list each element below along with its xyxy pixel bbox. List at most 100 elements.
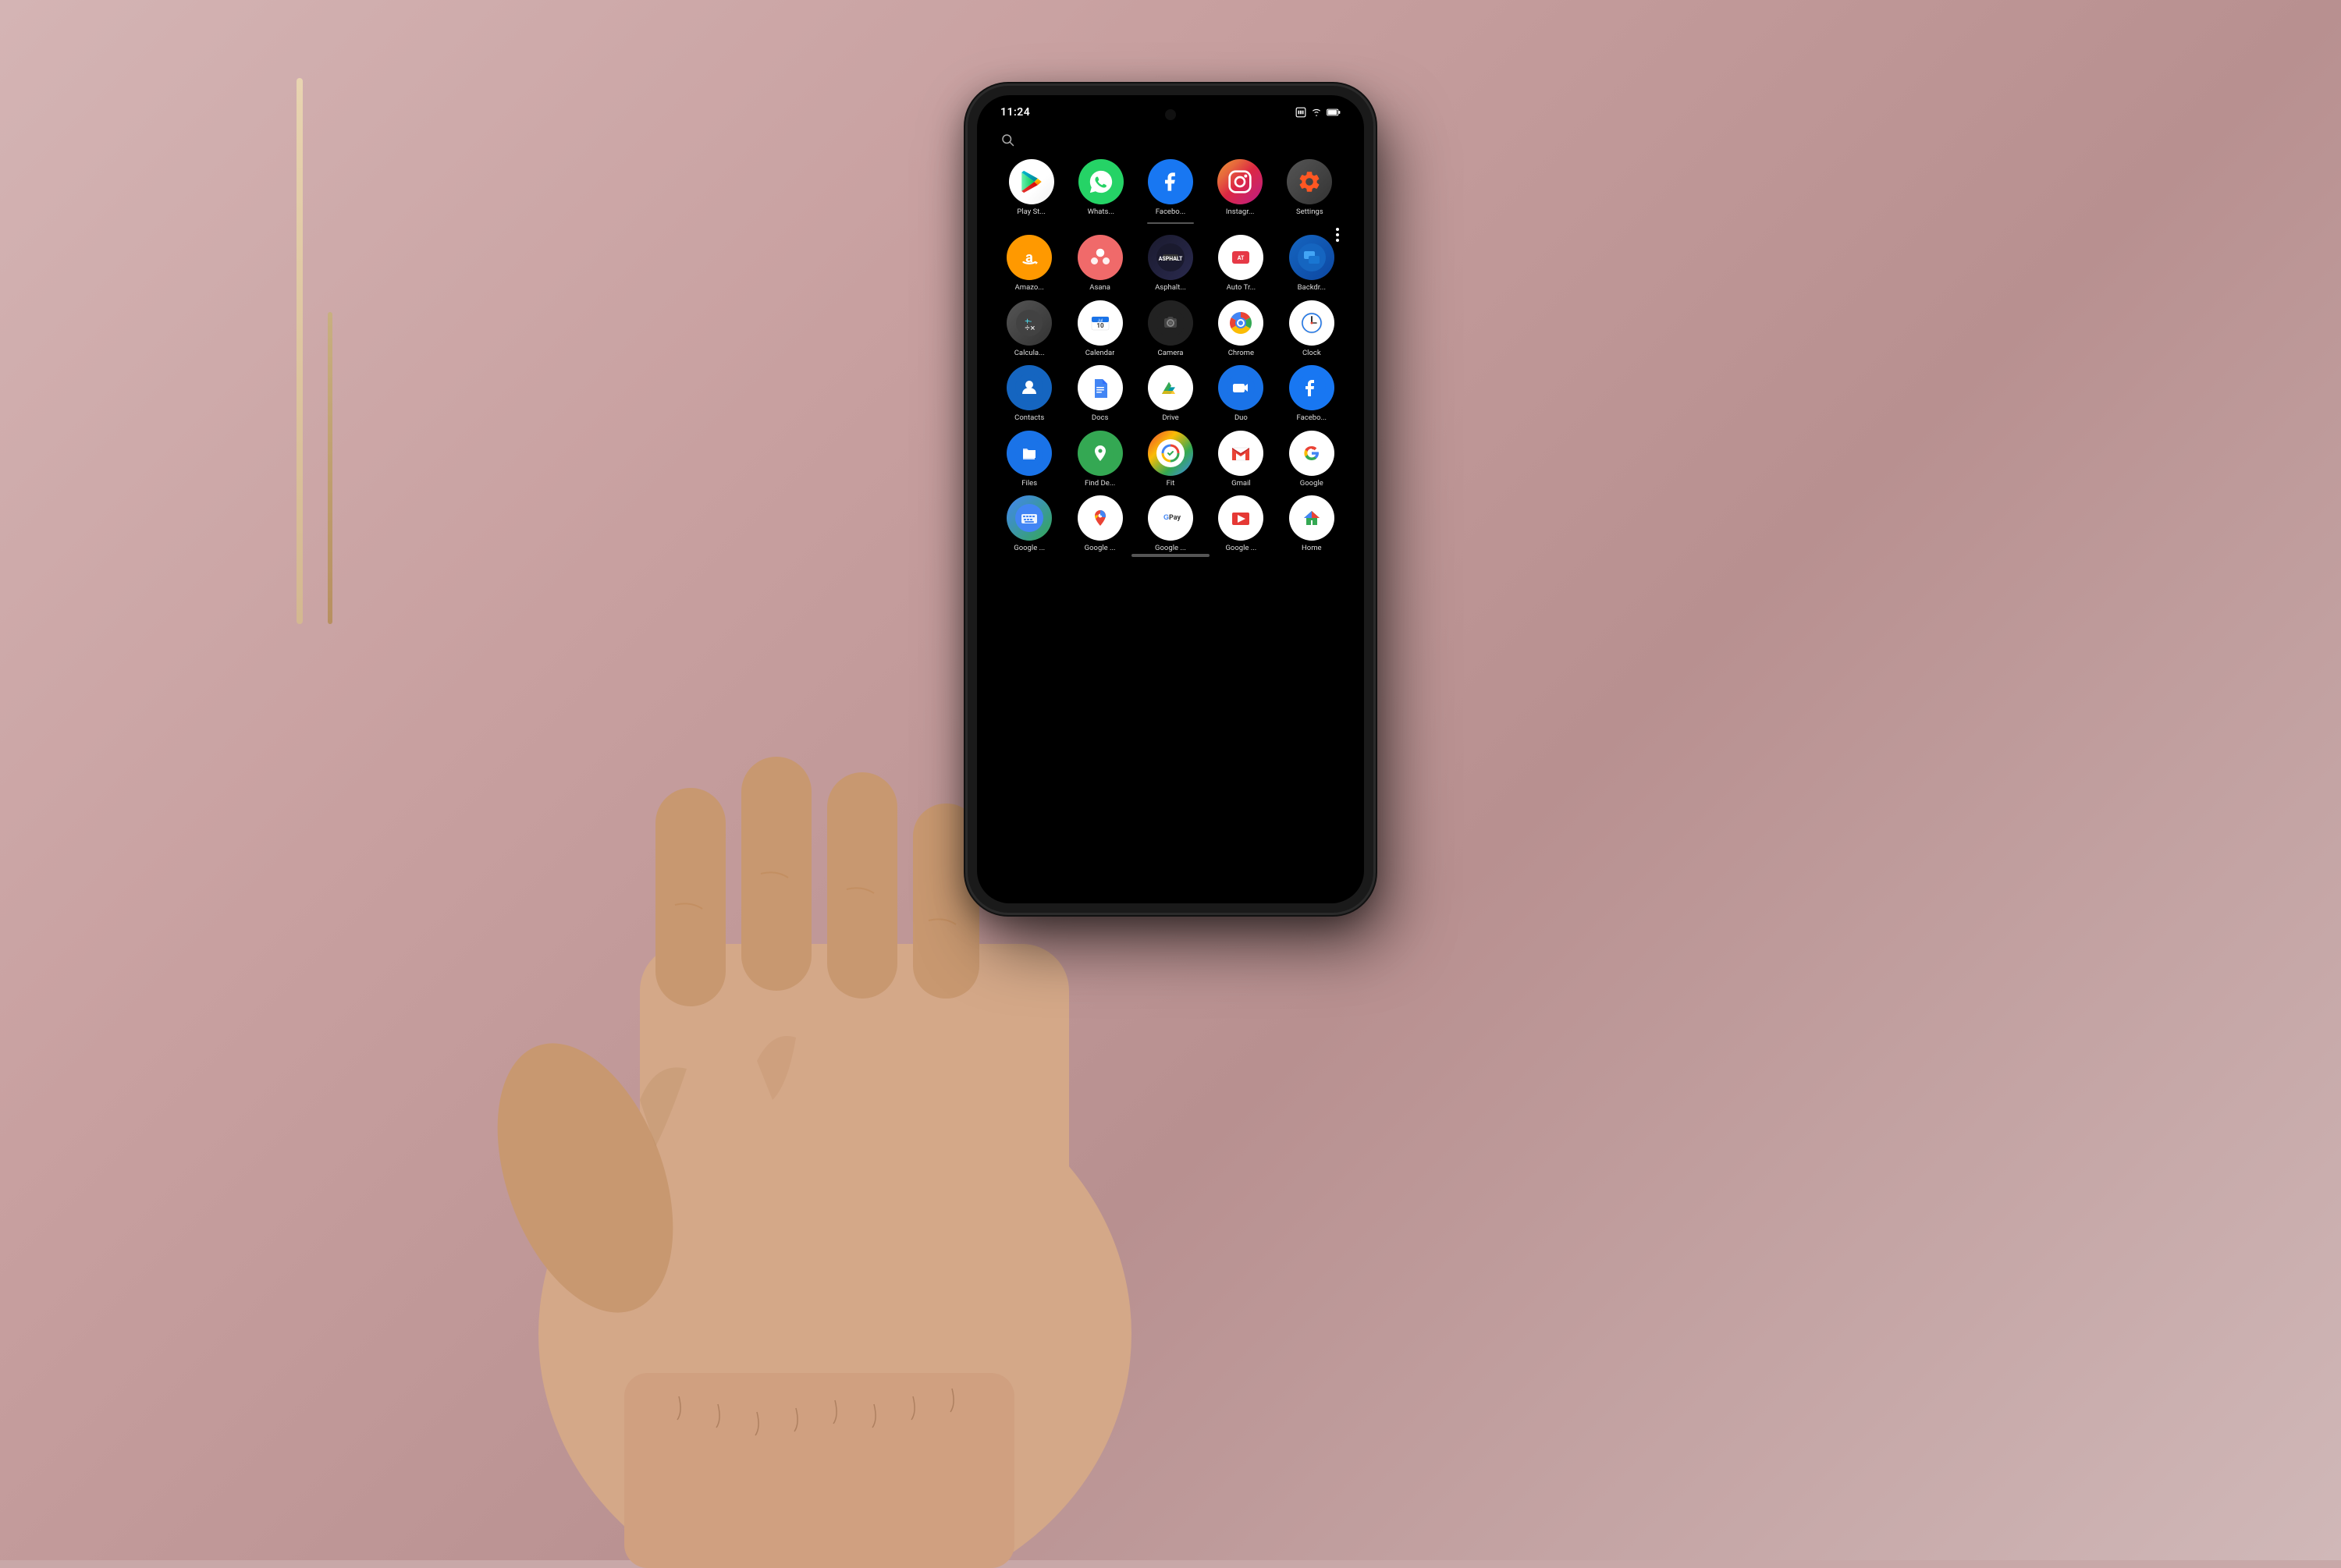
facebook-icon — [1148, 159, 1193, 204]
gmail-icon — [1218, 431, 1263, 476]
app-asphalt[interactable]: ASPHALT Asphalt... — [1137, 235, 1204, 292]
app-finddevice[interactable]: Find De... — [1066, 431, 1133, 488]
whatsapp-svg — [1088, 169, 1114, 195]
app-autotrader[interactable]: AT Auto Tr... — [1207, 235, 1274, 292]
finddevice-label: Find De... — [1085, 479, 1115, 488]
app-settings[interactable]: Settings — [1287, 159, 1332, 216]
phone-screen: 11:24 — [977, 95, 1364, 903]
files-label: Files — [1021, 479, 1037, 488]
app-calendar[interactable]: Jul 10 Calendar — [1066, 300, 1133, 357]
app-files[interactable]: Files — [996, 431, 1063, 488]
amazon-label: Amazo... — [1015, 283, 1044, 292]
app-playstore[interactable]: Play St... — [1009, 159, 1054, 216]
fit-label: Fit — [1167, 479, 1175, 488]
clock-label: Clock — [1302, 349, 1321, 357]
google-maps-icon — [1078, 495, 1123, 541]
google-movies-icon — [1218, 495, 1263, 541]
app-gmail[interactable]: Gmail — [1207, 431, 1274, 488]
chrome-icon — [1218, 300, 1263, 346]
app-duo[interactable]: Duo — [1207, 365, 1274, 422]
app-drive[interactable]: Drive — [1137, 365, 1204, 422]
settings-label: Settings — [1296, 208, 1323, 216]
gmail-svg — [1227, 439, 1255, 467]
search-icon — [1000, 133, 1014, 147]
autotrader-label: Auto Tr... — [1227, 283, 1256, 292]
duo-svg — [1227, 374, 1255, 402]
svg-text:ASPHALT: ASPHALT — [1159, 256, 1183, 262]
wifi-icon — [1311, 108, 1322, 117]
app-calculator[interactable]: + - ÷ × Calcula... — [996, 300, 1063, 357]
dot — [1336, 239, 1339, 242]
app-camera[interactable]: Camera — [1137, 300, 1204, 357]
google-pay-icon: G Pay — [1148, 495, 1193, 541]
camera-svg — [1156, 309, 1185, 337]
instagram-label: Instagr... — [1226, 208, 1255, 216]
duo-label: Duo — [1234, 413, 1248, 422]
settings-svg — [1297, 169, 1322, 194]
app-google-pay[interactable]: G Pay Google ... — [1137, 495, 1204, 552]
app-clock[interactable]: Clock — [1278, 300, 1345, 357]
instagram-svg — [1227, 169, 1252, 194]
app-instagram[interactable]: Instagr... — [1217, 159, 1263, 216]
asana-icon — [1078, 235, 1123, 280]
app-google[interactable]: Google — [1278, 431, 1345, 488]
status-time: 11:24 — [1000, 106, 1030, 119]
instagram-icon — [1217, 159, 1263, 204]
contacts-icon — [1007, 365, 1052, 410]
app-facebook2[interactable]: Facebo... — [1278, 365, 1345, 422]
phone: 11:24 — [968, 86, 1373, 913]
facebook2-icon — [1289, 365, 1334, 410]
backdrops-label: Backdr... — [1298, 283, 1326, 292]
docs-label: Docs — [1092, 413, 1109, 422]
app-whatsapp[interactable]: Whats... — [1078, 159, 1124, 216]
app-chrome[interactable]: Chrome — [1207, 300, 1274, 357]
asana-svg — [1086, 243, 1114, 271]
app-contacts[interactable]: Contacts — [996, 365, 1063, 422]
gmail-label: Gmail — [1231, 479, 1251, 488]
dot — [1336, 228, 1339, 231]
svg-text:Pay: Pay — [1169, 514, 1181, 522]
google-keyboard-icon — [1007, 495, 1052, 541]
app-fit[interactable]: Fit — [1137, 431, 1204, 488]
app-google-keyboard[interactable]: Google ... — [996, 495, 1063, 552]
google-pay-svg: G Pay — [1156, 504, 1185, 532]
asana-label: Asana — [1089, 283, 1110, 292]
search-bar[interactable] — [993, 133, 1348, 147]
app-facebook[interactable]: Facebo... — [1148, 159, 1193, 216]
asphalt-label: Asphalt... — [1155, 283, 1186, 292]
files-svg — [1015, 439, 1043, 467]
backdrops-svg — [1298, 243, 1326, 271]
files-icon — [1007, 431, 1052, 476]
asphalt-svg: ASPHALT — [1156, 243, 1185, 271]
calendar-label: Calendar — [1085, 349, 1115, 357]
home-svg — [1298, 504, 1326, 532]
google-label: Google — [1300, 479, 1323, 488]
app-asana[interactable]: Asana — [1066, 235, 1133, 292]
home-indicator[interactable] — [1131, 554, 1210, 557]
calculator-label: Calcula... — [1014, 349, 1045, 357]
finddevice-icon — [1078, 431, 1123, 476]
finddevice-svg — [1086, 439, 1114, 467]
app-backdrops[interactable]: Backdr... — [1278, 235, 1345, 292]
app-docs[interactable]: Docs — [1066, 365, 1133, 422]
playstore-svg — [1018, 169, 1045, 195]
calculator-svg: + - ÷ × — [1016, 310, 1043, 336]
fit-icon — [1148, 431, 1193, 476]
app-google-maps[interactable]: Google ... — [1066, 495, 1133, 552]
facebook2-label: Facebo... — [1297, 413, 1327, 422]
google-svg — [1298, 439, 1326, 467]
facebook2-svg — [1298, 374, 1326, 402]
sim-icon — [1295, 107, 1306, 118]
google-maps-label: Google ... — [1085, 544, 1116, 552]
camera-icon — [1148, 300, 1193, 346]
app-home[interactable]: Home — [1278, 495, 1345, 552]
asphalt-icon: ASPHALT — [1148, 235, 1193, 280]
drive-icon — [1148, 365, 1193, 410]
pinned-apps-row: Play St... Whats... — [993, 159, 1348, 216]
status-bar: 11:24 — [977, 95, 1364, 125]
app-google-movies[interactable]: Google ... — [1207, 495, 1274, 552]
home-label: Home — [1302, 544, 1322, 552]
app-amazon[interactable]: a Amazo... — [996, 235, 1063, 292]
duo-icon — [1218, 365, 1263, 410]
overflow-menu-button[interactable] — [1336, 228, 1339, 242]
